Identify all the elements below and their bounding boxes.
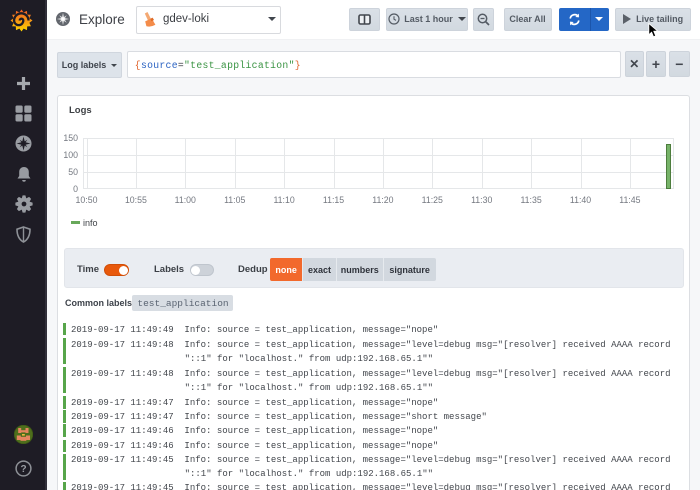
svg-text:?: ? [20, 464, 26, 475]
